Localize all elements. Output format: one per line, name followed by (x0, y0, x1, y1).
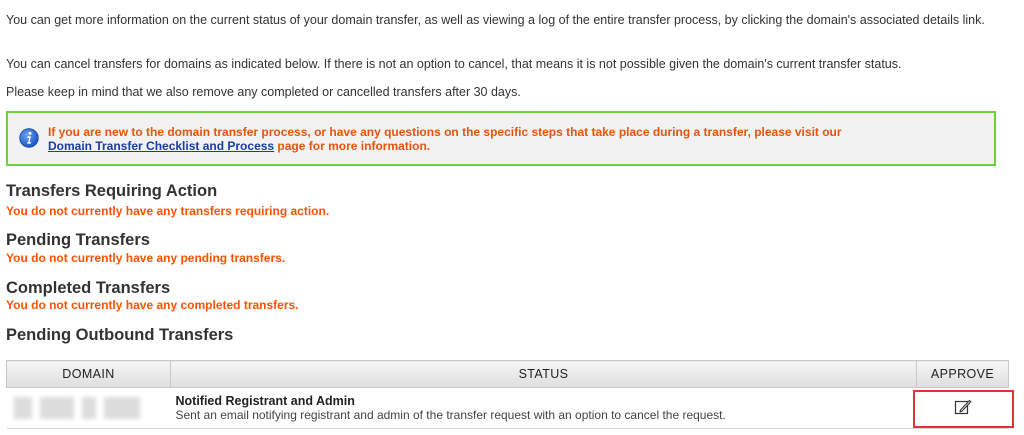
redacted-block (13, 397, 32, 419)
column-header-domain: DOMAIN (6, 360, 171, 388)
column-header-status: STATUS (170, 360, 917, 388)
column-header-approve: APPROVE (916, 360, 1009, 388)
redacted-domain-name (12, 397, 166, 419)
notice-message: If you are new to the domain transfer pr… (48, 125, 978, 153)
intro-paragraph-retention: Please keep in mind that we also remove … (6, 85, 521, 99)
intro-paragraph-cancel: You can cancel transfers for domains as … (6, 57, 902, 71)
outbound-transfers-table: DOMAIN STATUS APPROVE Notified Registran… (6, 360, 1009, 429)
info-icon (19, 128, 39, 148)
completed-empty-message: You do not currently have any completed … (6, 298, 299, 312)
intro-paragraph-details: You can get more information on the curr… (6, 13, 985, 27)
redacted-block (81, 397, 96, 419)
section-title-requiring-action: Transfers Requiring Action (6, 182, 218, 200)
section-title-pending: Pending Transfers (6, 231, 150, 249)
redacted-block (103, 397, 140, 419)
requiring-action-empty-message: You do not currently have any transfers … (6, 204, 330, 218)
pending-empty-message: You do not currently have any pending tr… (6, 251, 286, 265)
notice-text-before: If you are new to the domain transfer pr… (48, 125, 842, 139)
redacted-block (39, 397, 74, 419)
status-cell: Notified Registrant and Admin Sent an em… (170, 387, 917, 429)
approve-highlight-box (913, 390, 1014, 428)
checklist-link[interactable]: Domain Transfer Checklist and Process (48, 139, 274, 153)
notice-text-after: page for more information. (274, 139, 431, 153)
domain-cell (6, 387, 171, 429)
section-title-outbound: Pending Outbound Transfers (6, 326, 234, 344)
table-header-row: DOMAIN STATUS APPROVE (6, 360, 1009, 388)
status-description: Sent an email notifying registrant and a… (175, 408, 726, 422)
section-title-completed: Completed Transfers (6, 279, 171, 297)
transfer-info-notice: If you are new to the domain transfer pr… (6, 111, 996, 166)
table-row: Notified Registrant and Admin Sent an em… (6, 387, 1009, 429)
status-title: Notified Registrant and Admin (175, 394, 355, 408)
